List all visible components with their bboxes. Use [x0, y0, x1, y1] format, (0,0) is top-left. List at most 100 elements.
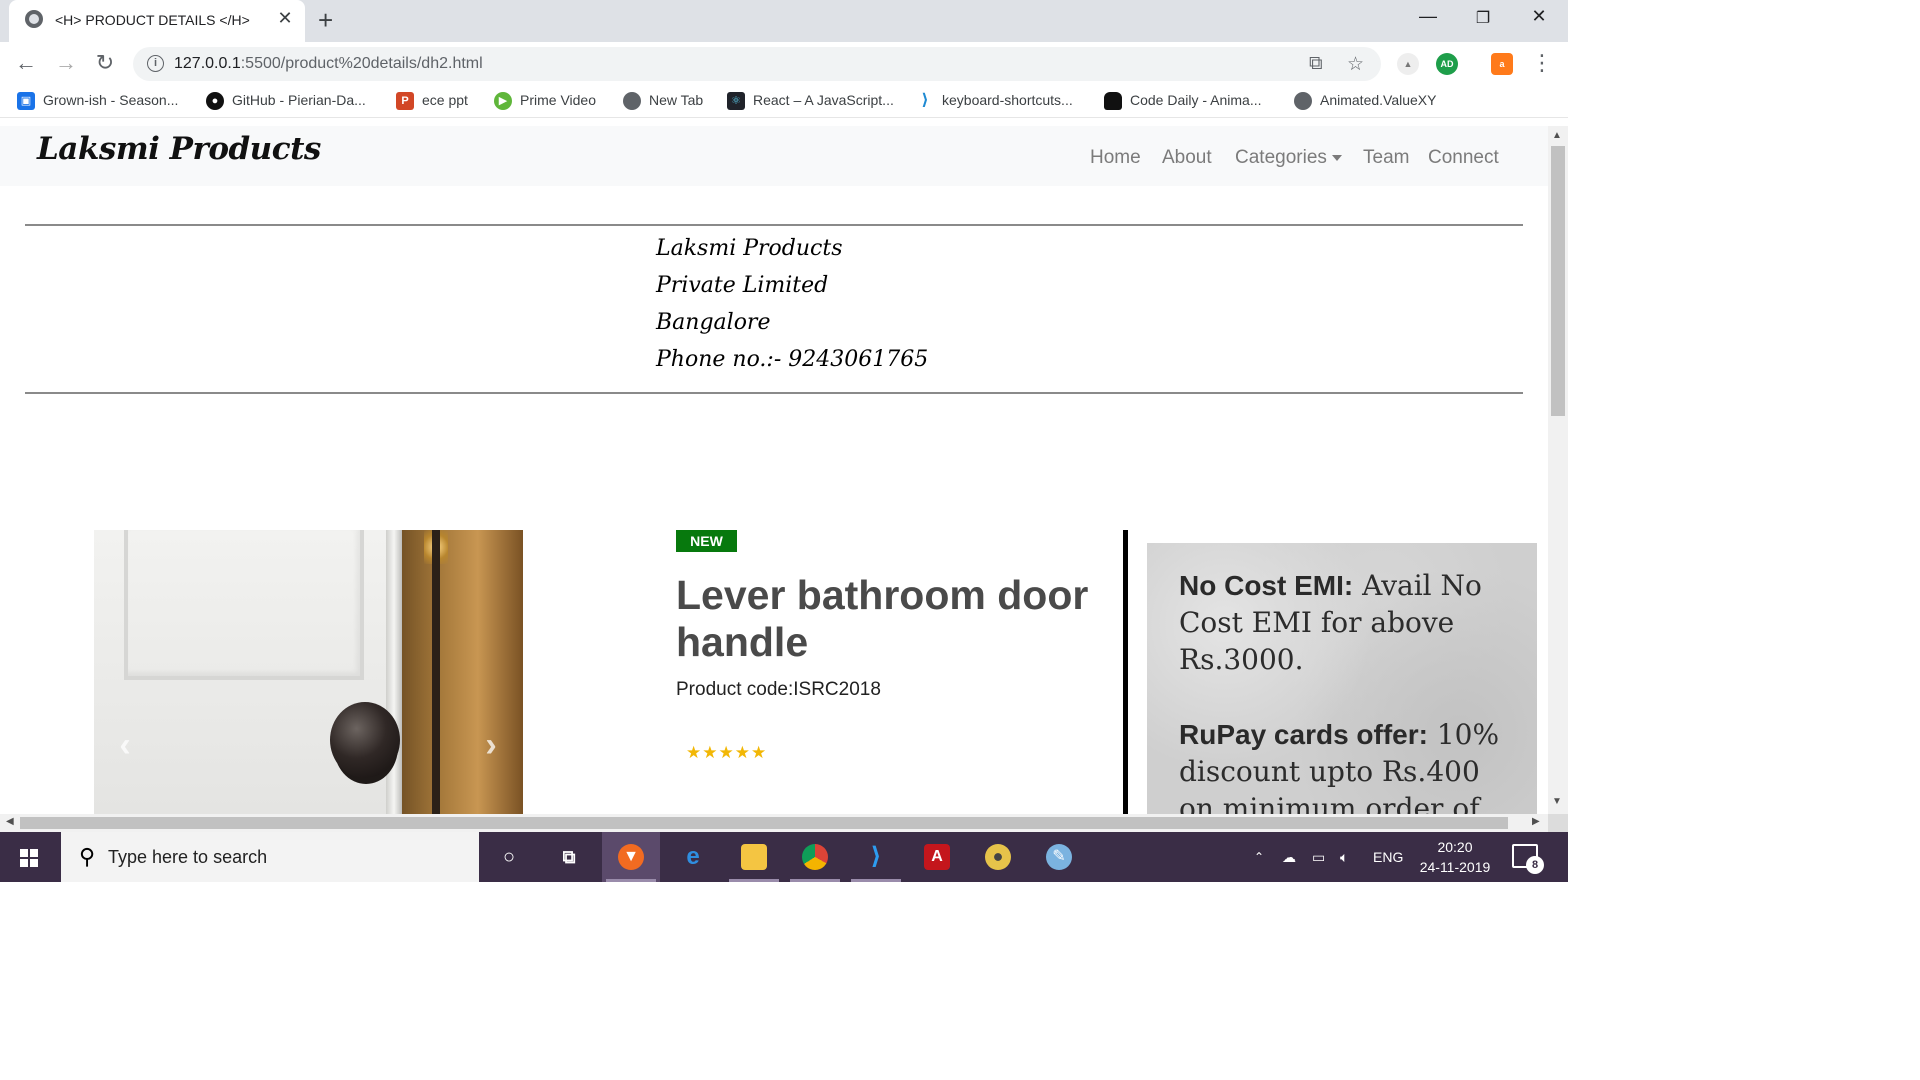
product-code: Product code:ISRC2018 — [676, 679, 881, 700]
nav-categories-dropdown[interactable]: Categories — [1235, 147, 1342, 169]
address-phone: Phone no.:- 9243061765 — [656, 347, 929, 372]
cortana-icon: ○ — [502, 846, 516, 868]
powerpoint-icon: P — [396, 92, 414, 111]
close-tab-icon[interactable]: ✕ — [273, 8, 297, 29]
nav-about[interactable]: About — [1162, 147, 1212, 169]
horizontal-scrollbar[interactable]: ◀ ▶ — [0, 814, 1548, 832]
scroll-right-icon[interactable]: ▶ — [1532, 816, 1540, 827]
bookmark-item[interactable]: ▶ Prime Video — [494, 92, 596, 111]
scroll-down-icon[interactable]: ▼ — [1552, 796, 1562, 807]
new-tab-icon[interactable]: + — [318, 5, 333, 36]
carousel-prev-icon[interactable]: ‹ — [110, 726, 140, 766]
vertical-divider — [1123, 530, 1128, 814]
taskbar-app-paint[interactable]: ✎ — [1030, 832, 1088, 882]
scroll-left-icon[interactable]: ◀ — [6, 816, 14, 827]
disc-icon — [985, 844, 1011, 870]
taskbar: ⚲ Type here to search ○ ⧉ ▼ e ⟩ A ✎ ⌃ ☁ … — [0, 832, 1568, 882]
browser-tab[interactable]: <H> PRODUCT DETAILS </H> ✕ — [9, 0, 305, 42]
vscode-icon: ⟩ — [916, 92, 934, 111]
bookmark-item[interactable]: Pece ppt — [396, 92, 468, 111]
drive-extension-icon[interactable]: ▲ — [1397, 53, 1419, 75]
address-bar[interactable]: i 127.0.0.1:5500/product%20details/dh2.h… — [133, 47, 1381, 81]
scroll-thumb[interactable] — [1551, 146, 1565, 416]
brave-icon: ▼ — [618, 844, 644, 870]
forward-icon[interactable]: → — [51, 50, 81, 76]
product-title: Lever bathroom door handle — [676, 572, 1089, 665]
taskbar-app-chrome[interactable] — [786, 832, 844, 882]
language-indicator[interactable]: ENG — [1373, 832, 1403, 882]
task-view-button[interactable]: ⧉ — [540, 832, 598, 882]
taskbar-search[interactable]: ⚲ Type here to search — [61, 832, 479, 882]
door-knob — [330, 702, 400, 778]
tab-strip: <H> PRODUCT DETAILS </H> ✕ + — ❐ ✕ — [0, 0, 1568, 42]
system-clock[interactable]: 20:20 24-11-2019 — [1412, 837, 1498, 877]
tray-overflow-icon[interactable]: ⌃ — [1254, 832, 1264, 882]
caret-down-icon — [1331, 154, 1342, 161]
clock-date: 24-11-2019 — [1419, 859, 1491, 875]
taskbar-app-edge[interactable]: e — [664, 832, 722, 882]
bookmark-item[interactable]: Animated.ValueXY — [1294, 92, 1436, 111]
acrobat-icon: A — [924, 844, 950, 870]
site-info-icon[interactable]: i — [147, 55, 164, 72]
translate-icon[interactable]: ⧉ — [1309, 53, 1323, 75]
window-close-icon[interactable]: ✕ — [1519, 6, 1559, 27]
bookmark-item[interactable]: New Tab — [623, 92, 703, 111]
address-line: Private Limited — [656, 273, 829, 298]
nav-home[interactable]: Home — [1090, 147, 1141, 169]
avast-extension-icon[interactable]: a — [1491, 53, 1513, 75]
taskbar-app-acrobat[interactable]: A — [908, 832, 966, 882]
company-address: Laksmi Products Private Limited Bangalor… — [656, 230, 928, 378]
scroll-thumb[interactable] — [20, 817, 1508, 829]
code-daily-icon — [1104, 92, 1122, 111]
taskbar-app-brave[interactable]: ▼ — [602, 832, 660, 882]
menu-kebab-icon[interactable]: ⋮ — [1527, 50, 1557, 76]
start-button[interactable] — [0, 832, 58, 882]
folder-icon — [741, 844, 767, 870]
reload-icon[interactable]: ↻ — [90, 50, 120, 76]
onedrive-icon[interactable]: ☁ — [1282, 832, 1296, 882]
brand-logo[interactable]: Laksmi Products — [37, 131, 321, 167]
minimize-icon[interactable]: — — [1408, 6, 1448, 27]
paint-icon: ✎ — [1046, 844, 1072, 870]
globe-icon — [25, 10, 43, 28]
volume-icon[interactable]: 🔈︎ — [1340, 832, 1348, 882]
windows-icon — [20, 849, 38, 867]
divider — [25, 392, 1523, 394]
star-rating: ★★★★★ — [686, 743, 768, 762]
nav-team[interactable]: Team — [1363, 147, 1409, 169]
bookmark-item[interactable]: Code Daily - Anima... — [1104, 92, 1262, 111]
bookmark-item[interactable]: ● GitHub - Pierian-Da... — [206, 92, 366, 111]
chrome-icon — [802, 844, 828, 870]
react-icon: ⚛ — [727, 92, 745, 111]
product-image-carousel: ‹ › — [94, 530, 523, 814]
vertical-scrollbar[interactable]: ▲ ▼ — [1548, 126, 1568, 814]
taskbar-app-explorer[interactable] — [725, 832, 783, 882]
taskbar-app-vscode[interactable]: ⟩ — [847, 832, 905, 882]
bookmark-item[interactable]: ⟩ keyboard-shortcuts... — [916, 92, 1073, 111]
address-line: Bangalore — [656, 310, 771, 335]
site-navbar: Laksmi Products Home About Categories Te… — [0, 126, 1548, 186]
bookmark-item[interactable]: ▣ Grown-ish - Season... — [17, 92, 178, 111]
globe-icon — [1294, 92, 1312, 111]
new-badge: NEW — [676, 530, 737, 552]
carousel-next-icon[interactable]: › — [476, 726, 506, 766]
tab-title: <H> PRODUCT DETAILS </H> — [55, 12, 250, 28]
bookmark-item[interactable]: ⚛ React – A JavaScript... — [727, 92, 894, 111]
bookmark-star-icon[interactable]: ☆ — [1347, 53, 1364, 76]
url-text[interactable]: 127.0.0.1:5500/product%20details/dh2.htm… — [174, 55, 483, 73]
restore-icon[interactable]: ❐ — [1463, 8, 1503, 28]
scroll-up-icon[interactable]: ▲ — [1552, 130, 1562, 141]
taskbar-app-media[interactable] — [969, 832, 1027, 882]
profile-avatar[interactable]: AD — [1436, 53, 1458, 75]
divider — [25, 224, 1523, 226]
offer-emi: No Cost EMI: Avail No Cost EMI for above… — [1179, 569, 1482, 676]
browser-toolbar: ← → ↻ i 127.0.0.1:5500/product%20details… — [0, 42, 1568, 86]
back-icon[interactable]: ← — [11, 50, 41, 76]
action-center-icon[interactable]: 8 — [1512, 844, 1544, 874]
github-icon: ● — [206, 92, 224, 111]
search-placeholder: Type here to search — [108, 847, 268, 867]
prime-video-icon: ▶ — [494, 92, 512, 111]
nav-connect[interactable]: Connect — [1428, 147, 1499, 169]
cortana-button[interactable]: ○ — [480, 832, 538, 882]
battery-icon[interactable]: ▭ — [1312, 832, 1325, 882]
